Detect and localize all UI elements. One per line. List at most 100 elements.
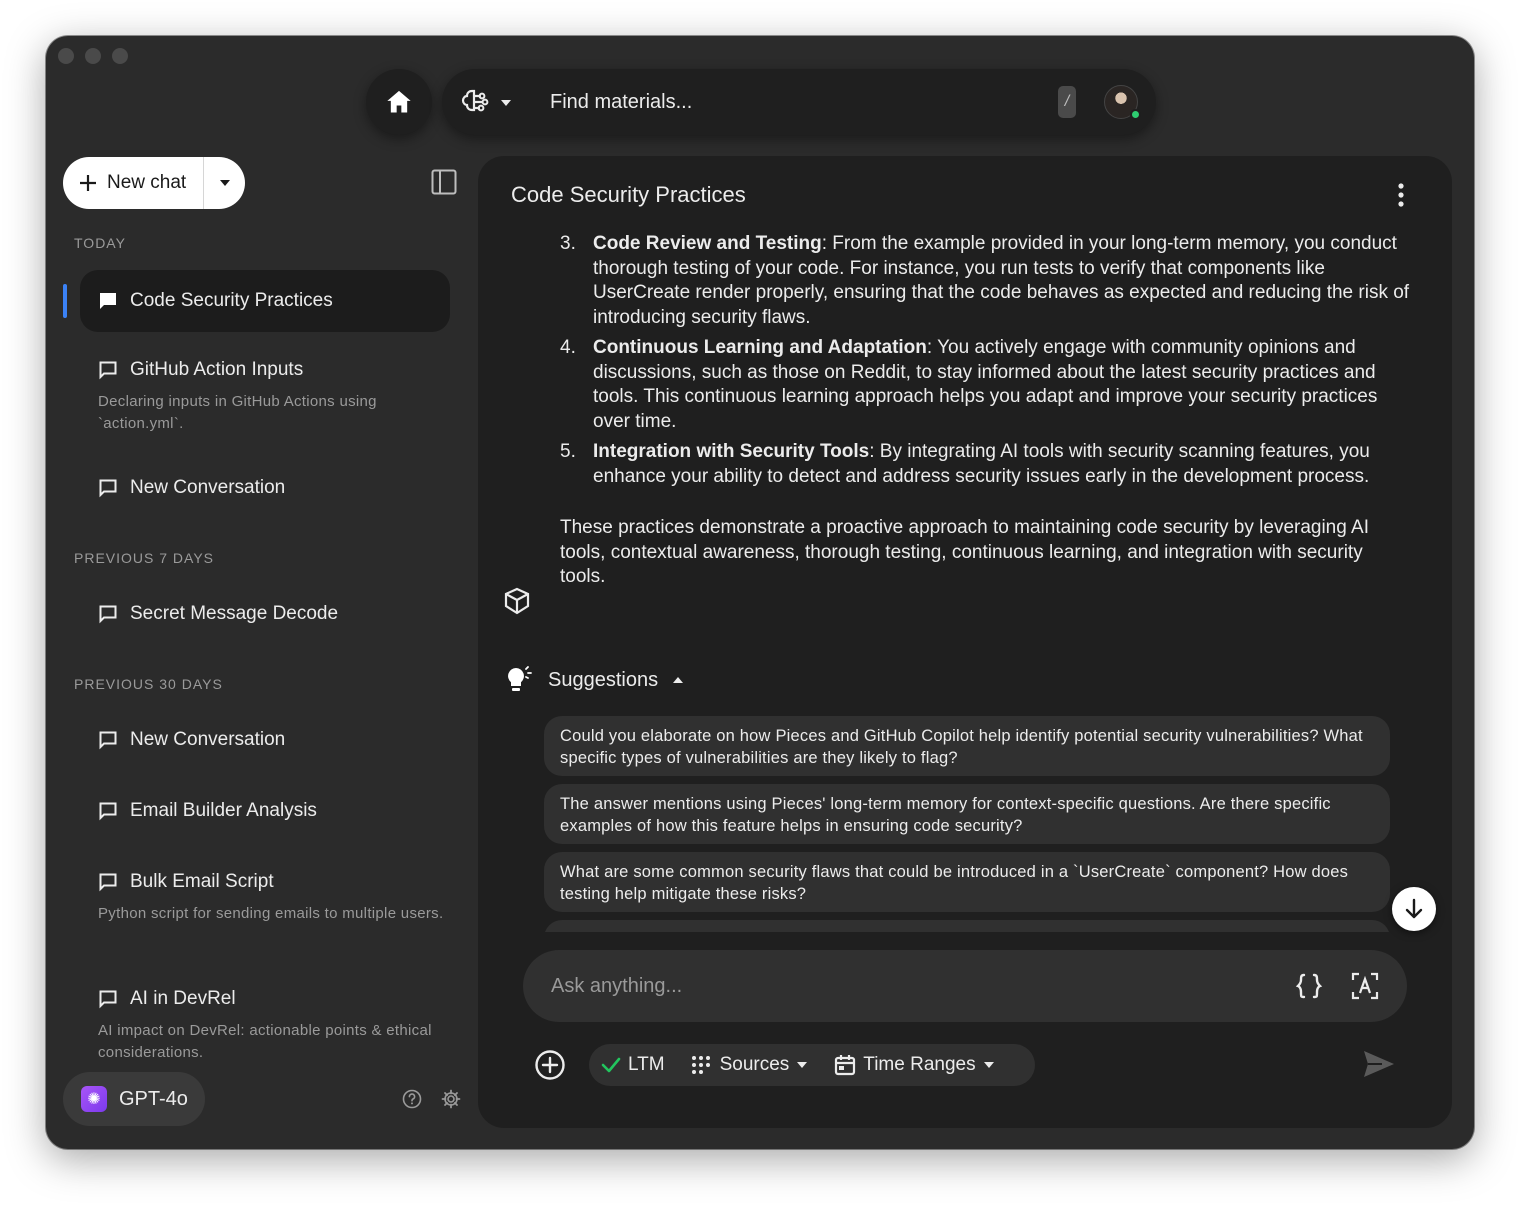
window-minimize-button[interactable] (85, 48, 101, 64)
message-composer (523, 950, 1407, 1022)
list-item: 5. Integration with Security Tools: By i… (560, 440, 1410, 489)
add-circle-icon[interactable] (534, 1049, 566, 1081)
help-icon[interactable] (402, 1089, 422, 1109)
pieces-logo-icon (504, 587, 530, 615)
new-chat-label: New chat (107, 172, 187, 193)
ltm-label: LTM (628, 1054, 665, 1075)
list-number: 3. (560, 233, 576, 254)
chat-bubble-icon (99, 873, 117, 892)
new-chat-dropdown-button[interactable] (204, 157, 245, 209)
gear-icon[interactable] (441, 1089, 461, 1109)
sidebar-item-label: New Conversation (130, 477, 286, 498)
suggestion-item[interactable]: Could you elaborate on how Pieces and Gi… (544, 716, 1390, 776)
sidebar-item-subtitle: Python script for sending emails to mult… (98, 905, 444, 922)
chat-panel: Code Security Practices 3. Code Review a… (478, 156, 1452, 1128)
more-options-icon[interactable] (1396, 182, 1406, 208)
text-scan-icon[interactable] (1351, 971, 1379, 1001)
app-window: / New chat TODAY Code Security Practices… (46, 36, 1474, 1149)
chat-bubble-icon (99, 802, 117, 821)
send-icon[interactable] (1362, 1049, 1396, 1079)
lightbulb-icon (508, 666, 532, 691)
chat-bubble-icon (99, 990, 117, 1009)
shortcut-key-badge: / (1058, 86, 1076, 118)
online-status-dot (1130, 109, 1141, 120)
chevron-down-icon (983, 1062, 994, 1068)
calendar-icon (835, 1055, 856, 1076)
list-number: 5. (560, 441, 576, 462)
chevron-down-icon (797, 1062, 808, 1068)
list-item: 3. Code Review and Testing: From the exa… (560, 232, 1410, 330)
sidebar-item-new-conversation[interactable]: New Conversation (98, 477, 458, 499)
scroll-to-bottom-button[interactable] (1392, 887, 1436, 931)
page-title: Code Security Practices (511, 182, 746, 207)
sidebar-item-label: New Conversation (130, 729, 286, 750)
suggestion-item[interactable]: The answer mentions using Pieces' long-t… (544, 784, 1390, 844)
sidebar-item-email-builder-analysis[interactable]: Email Builder Analysis (98, 800, 458, 822)
section-label-today: TODAY (74, 235, 126, 251)
sidebar-item-bulk-email-script[interactable]: Bulk Email Script Python script for send… (98, 871, 458, 925)
sidebar-item-subtitle: Declaring inputs in GitHub Actions using… (98, 393, 377, 432)
model-label: GPT-4o (119, 1087, 188, 1110)
point-heading: Code Review and Testing (593, 233, 822, 254)
search-input[interactable] (550, 85, 1030, 119)
chevron-down-icon (219, 180, 230, 186)
chat-bubble-icon (99, 479, 117, 498)
sidebar-item-label: Bulk Email Script (130, 871, 274, 892)
suggestion-item-partial[interactable] (544, 920, 1390, 932)
list-number: 4. (560, 337, 576, 358)
new-chat-button[interactable]: New chat (63, 157, 203, 209)
suggestion-item[interactable]: What are some common security flaws that… (544, 852, 1390, 912)
chevron-up-icon (673, 677, 684, 683)
sources-label: Sources (719, 1054, 790, 1075)
chat-bubble-icon (99, 361, 117, 380)
sidebar-item-subtitle: AI impact on DevRel: actionable points &… (98, 1022, 432, 1061)
check-icon (601, 1057, 621, 1073)
assistant-message: 3. Code Review and Testing: From the exa… (560, 232, 1410, 590)
sources-grid-icon (691, 1056, 710, 1074)
home-icon (387, 90, 411, 113)
practices-list: 3. Code Review and Testing: From the exa… (560, 232, 1410, 489)
sidebar-item-secret-message-decode[interactable]: Secret Message Decode (98, 603, 458, 625)
brain-icon[interactable] (460, 87, 492, 117)
model-selector-button[interactable]: ✺ GPT-4o (63, 1072, 205, 1126)
home-button[interactable] (366, 69, 432, 135)
sidebar-item-label: Code Security Practices (130, 290, 333, 311)
arrow-down-icon (1405, 898, 1423, 919)
suggestions-toggle[interactable]: Suggestions (504, 666, 684, 694)
sidebar-item-new-conversation-2[interactable]: New Conversation (98, 729, 458, 751)
plus-icon (80, 175, 96, 191)
time-ranges-dropdown[interactable]: Time Ranges (834, 1054, 994, 1076)
sidebar-item-label: AI in DevRel (130, 988, 236, 1009)
avatar[interactable] (1104, 85, 1141, 120)
chevron-down-icon[interactable] (500, 99, 512, 107)
sidebar-item-ai-in-devrel[interactable]: AI in DevRel AI impact on DevRel: action… (98, 988, 458, 1064)
search-bar: / (442, 69, 1156, 135)
suggestions-label: Suggestions (548, 668, 659, 691)
ltm-toggle[interactable]: LTM (601, 1054, 665, 1076)
ask-input[interactable] (551, 968, 1271, 1004)
openai-logo-icon: ✺ (81, 1086, 107, 1112)
sidebar-item-label: Secret Message Decode (130, 603, 339, 624)
summary-paragraph: These practices demonstrate a proactive … (560, 517, 1370, 587)
window-zoom-button[interactable] (112, 48, 128, 64)
new-chat-button-group: New chat (63, 157, 245, 209)
time-ranges-label: Time Ranges (863, 1054, 976, 1075)
sidebar-item-code-security-practices[interactable]: Code Security Practices (80, 270, 450, 332)
point-heading: Continuous Learning and Adaptation (593, 337, 927, 358)
section-label-previous-7-days: PREVIOUS 7 DAYS (74, 550, 215, 566)
sources-dropdown[interactable]: Sources (691, 1054, 809, 1076)
code-braces-icon[interactable] (1295, 972, 1323, 1000)
chat-bubble-icon (99, 605, 117, 624)
section-label-previous-30-days: PREVIOUS 30 DAYS (74, 676, 223, 692)
sidebar-toggle-icon[interactable] (431, 169, 457, 195)
context-toolbar: LTM Sources Time Ranges (589, 1044, 1035, 1086)
chat-bubble-icon (99, 731, 117, 750)
list-item: 4. Continuous Learning and Adaptation: Y… (560, 336, 1410, 434)
suggestions-list: Could you elaborate on how Pieces and Gi… (544, 716, 1392, 932)
sidebar-item-github-action-inputs[interactable]: GitHub Action Inputs Declaring inputs in… (98, 359, 458, 435)
chat-bubble-icon (100, 293, 116, 309)
sidebar-item-label: Email Builder Analysis (130, 800, 317, 821)
window-close-button[interactable] (58, 48, 74, 64)
window-controls (58, 48, 128, 64)
sidebar-item-label: GitHub Action Inputs (130, 359, 304, 380)
